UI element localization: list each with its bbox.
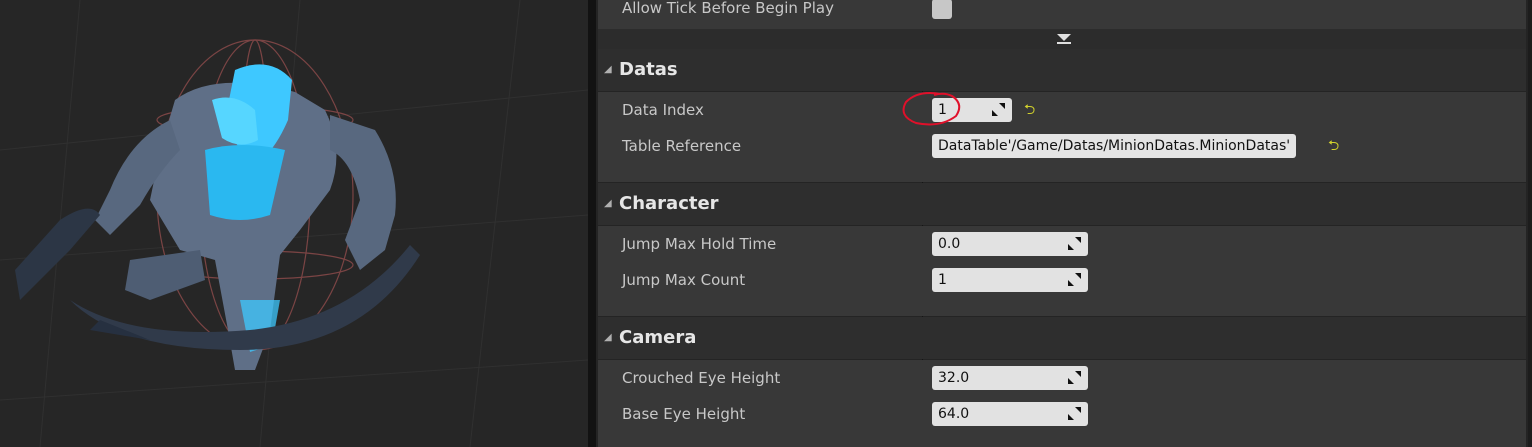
category-title: Datas [619, 59, 678, 80]
table-reference-value: DataTable'/Game/Datas/MinionDatas.Minion… [938, 138, 1291, 154]
spin-arrows-icon[interactable] [1068, 237, 1081, 250]
property-label: Data Index [622, 101, 704, 119]
annotation-circle [902, 92, 961, 126]
panel-splitter[interactable] [588, 0, 596, 447]
property-label: Jump Max Hold Time [622, 235, 777, 253]
scrollbar[interactable] [1528, 0, 1532, 447]
property-row-data-index: Data Index 1 ⮌ [598, 92, 1526, 128]
jump-max-count-input[interactable]: 1 [932, 268, 1088, 292]
property-row-base-eye-height: Base Eye Height 64.0 [598, 396, 1526, 447]
property-label: Allow Tick Before Begin Play [622, 0, 834, 17]
category-character[interactable]: ◢ Character [598, 183, 1526, 225]
spin-arrows-icon[interactable] [1068, 273, 1081, 286]
category-datas[interactable]: ◢ Datas [598, 49, 1526, 91]
base-eye-height-value: 64.0 [938, 406, 970, 422]
reset-to-default-icon[interactable]: ⮌ [1328, 138, 1339, 154]
spin-arrows-icon[interactable] [1068, 407, 1081, 420]
category-camera[interactable]: ◢ Camera [598, 317, 1526, 359]
jump-max-count-value: 1 [938, 272, 947, 288]
viewport[interactable] [0, 0, 588, 447]
jump-max-hold-time-input[interactable]: 0.0 [932, 232, 1088, 256]
property-row-table-reference: Table Reference DataTable'/Game/Datas/Mi… [598, 128, 1526, 182]
property-row-allow-tick: Allow Tick Before Begin Play [598, 0, 1526, 29]
collapse-arrow-icon[interactable]: ◢ [604, 183, 612, 225]
property-label: Base Eye Height [622, 405, 746, 423]
base-eye-height-input[interactable]: 64.0 [932, 402, 1088, 426]
crouched-eye-height-value: 32.0 [938, 370, 970, 386]
jump-max-hold-time-value: 0.0 [938, 236, 961, 252]
allow-tick-checkbox[interactable] [932, 0, 952, 19]
collapse-arrow-icon[interactable]: ◢ [604, 49, 612, 91]
crouched-eye-height-input[interactable]: 32.0 [932, 366, 1088, 390]
collapse-arrow-icon[interactable]: ◢ [604, 317, 612, 359]
property-label: Jump Max Count [622, 271, 746, 289]
reset-to-default-icon[interactable]: ⮌ [1024, 102, 1035, 118]
details-panel: Allow Tick Before Begin Play ◢ Datas Dat… [596, 0, 1532, 447]
property-row-crouched-eye-height: Crouched Eye Height 32.0 [598, 360, 1526, 396]
advanced-expander-row[interactable] [598, 29, 1526, 49]
category-title: Camera [619, 327, 697, 348]
property-row-jump-max-count: Jump Max Count 1 [598, 262, 1526, 316]
table-reference-combo[interactable]: DataTable'/Game/Datas/MinionDatas.Minion… [932, 134, 1297, 158]
viewport-scene [0, 0, 588, 447]
property-label: Crouched Eye Height [622, 369, 781, 387]
property-row-jump-max-hold-time: Jump Max Hold Time 0.0 [598, 226, 1526, 262]
spin-arrows-icon[interactable] [992, 103, 1005, 116]
expand-advanced-icon[interactable] [1056, 33, 1072, 47]
spin-arrows-icon[interactable] [1068, 371, 1081, 384]
category-title: Character [619, 193, 719, 214]
property-label: Table Reference [622, 137, 742, 155]
